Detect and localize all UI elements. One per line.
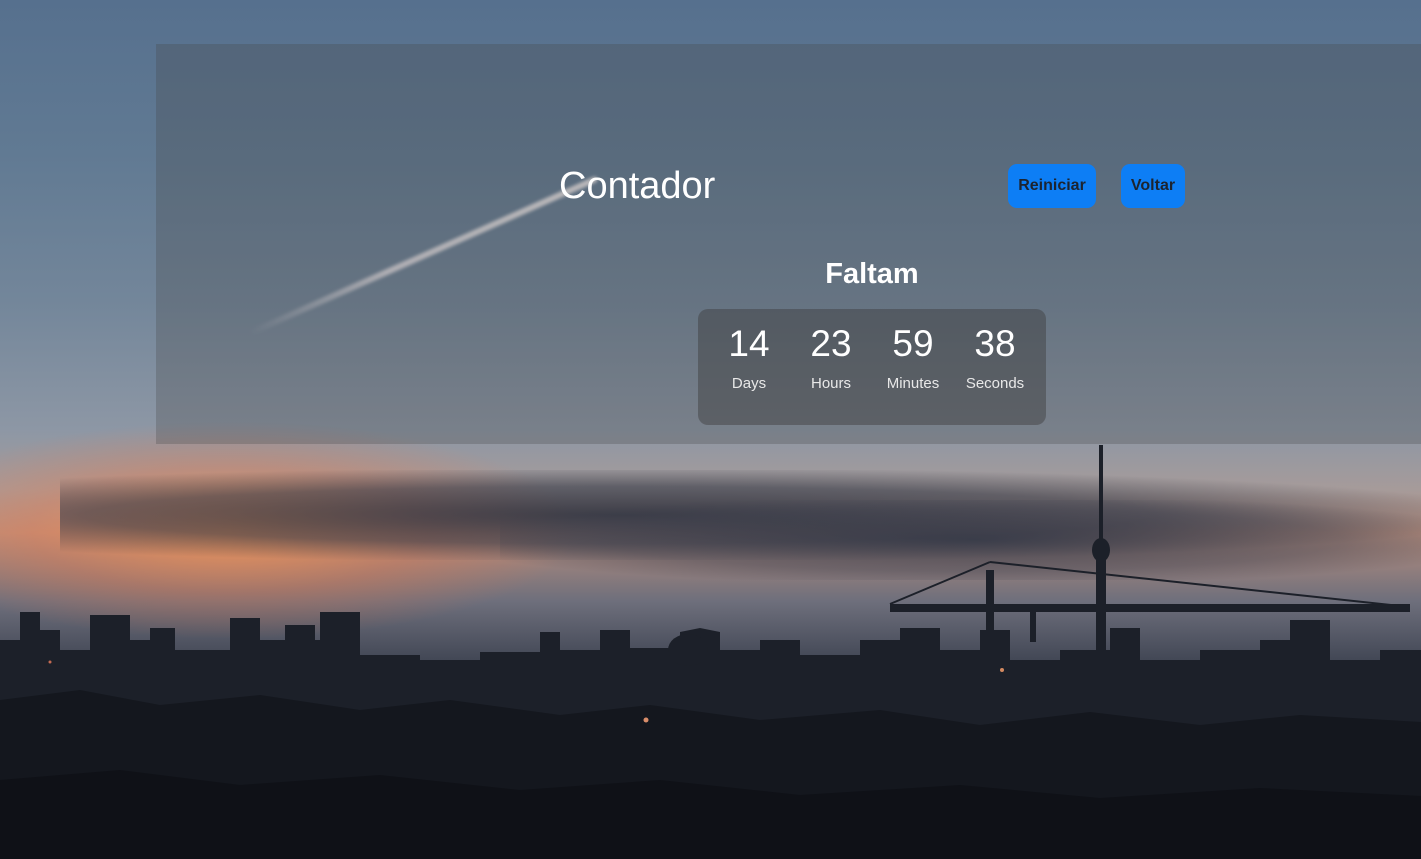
- countdown-seconds: 38 Seconds: [954, 309, 1036, 392]
- hours-value: 23: [810, 323, 852, 364]
- countdown-days: 14 Days: [708, 309, 790, 392]
- countdown-hours: 23 Hours: [790, 309, 872, 392]
- countdown-minutes: 59 Minutes: [872, 309, 954, 392]
- countdown-heading: Faltam: [825, 258, 919, 290]
- hours-label: Hours: [810, 375, 851, 392]
- back-button[interactable]: Voltar: [1121, 164, 1185, 208]
- seconds-value: 38: [974, 323, 1016, 364]
- page-title: Contador: [559, 165, 716, 207]
- days-value: 14: [728, 323, 770, 364]
- days-label: Days: [731, 375, 767, 392]
- seconds-label: Seconds: [965, 375, 1025, 392]
- background-video: Contador Reiniciar Voltar Faltam 14 Days…: [0, 0, 1421, 859]
- minutes-value: 59: [892, 323, 934, 364]
- countdown-box: 14 Days 23 Hours 59 Minutes 38 Seconds: [698, 309, 1046, 425]
- minutes-label: Minutes: [886, 375, 940, 392]
- restart-button[interactable]: Reiniciar: [1008, 164, 1096, 208]
